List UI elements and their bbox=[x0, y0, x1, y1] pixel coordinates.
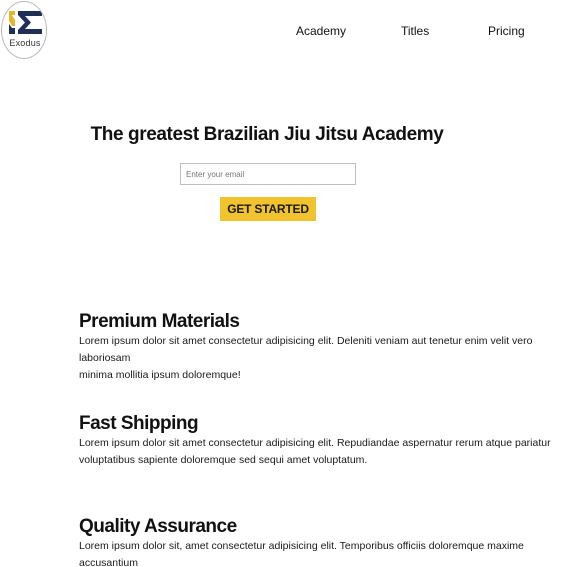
exodus-sigma-icon bbox=[9, 11, 42, 34]
feature-title: Fast Shipping bbox=[79, 413, 199, 434]
feature-fast-shipping: Fast Shipping Lorem ipsum dolor sit amet… bbox=[79, 413, 567, 469]
email-input[interactable] bbox=[180, 163, 356, 185]
get-started-button[interactable]: GET STARTED bbox=[220, 197, 316, 221]
feature-description: Lorem ipsum dolor sit, amet consectetur … bbox=[79, 540, 524, 567]
feature-premium-materials: Premium Materials Lorem ipsum dolor sit … bbox=[79, 311, 567, 384]
feature-description: Lorem ipsum dolor sit amet consectetur a… bbox=[79, 437, 551, 466]
feature-title: Quality Assurance bbox=[79, 516, 237, 537]
landing-page: Exodus Academy Titles Pricing The greate… bbox=[0, 0, 567, 567]
hero-title: The greatest Brazilian Jiu Jitsu Academy bbox=[90, 124, 444, 145]
nav-link-academy[interactable]: Academy bbox=[296, 24, 346, 38]
logo-text: Exodus bbox=[9, 38, 41, 48]
nav-link-pricing[interactable]: Pricing bbox=[488, 24, 525, 38]
feature-description: Lorem ipsum dolor sit amet consectetur a… bbox=[79, 335, 533, 381]
exodus-logo[interactable]: Exodus bbox=[1, 1, 47, 59]
feature-title: Premium Materials bbox=[79, 311, 240, 332]
feature-quality-assurance: Quality Assurance Lorem ipsum dolor sit,… bbox=[79, 516, 567, 567]
nav-link-titles[interactable]: Titles bbox=[401, 24, 429, 38]
